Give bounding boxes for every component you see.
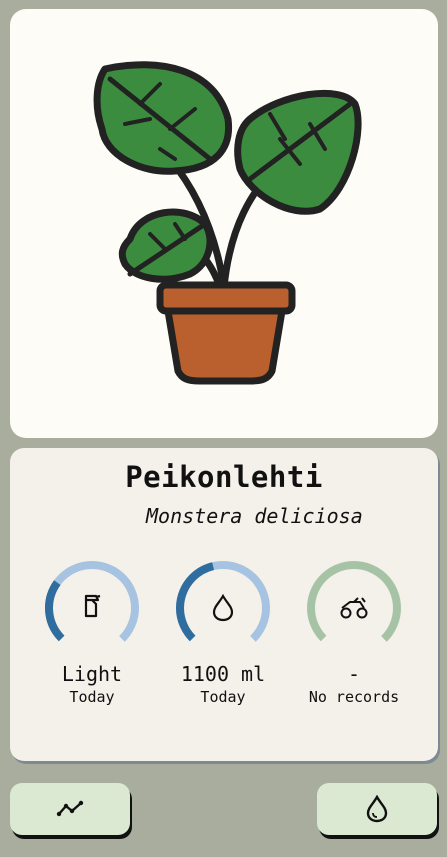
plant-name: Peikonlehti (125, 460, 323, 494)
stat-fertilizer[interactable]: - No records (299, 558, 409, 706)
plant-image-card (10, 9, 438, 438)
water-drop-icon (212, 593, 234, 622)
water-gauge (176, 561, 270, 655)
history-button[interactable] (10, 783, 130, 835)
stat-sub: Today (200, 688, 246, 706)
monstera-plant-illustration (93, 61, 362, 385)
plant-info-card: Peikonlehti Monstera deliciosa Light Tod… (10, 448, 438, 761)
stat-value: Light (61, 662, 123, 686)
plant-latin-name: Monstera deliciosa (146, 504, 363, 528)
water-drop-icon (366, 795, 388, 823)
stat-sub: Today (69, 688, 115, 706)
fertilizer-gauge (307, 561, 401, 655)
light-gauge (45, 561, 139, 655)
line-chart-icon (56, 800, 84, 817)
stat-sub: No records (308, 688, 400, 706)
stat-value: 1100 ml (180, 662, 266, 686)
tractor-icon (340, 597, 368, 619)
stat-water[interactable]: 1100 ml Today (168, 558, 278, 706)
spray-bottle-icon (84, 594, 101, 618)
stat-value: - (347, 662, 361, 686)
water-button[interactable] (317, 783, 437, 835)
stat-light[interactable]: Light Today (37, 558, 147, 706)
